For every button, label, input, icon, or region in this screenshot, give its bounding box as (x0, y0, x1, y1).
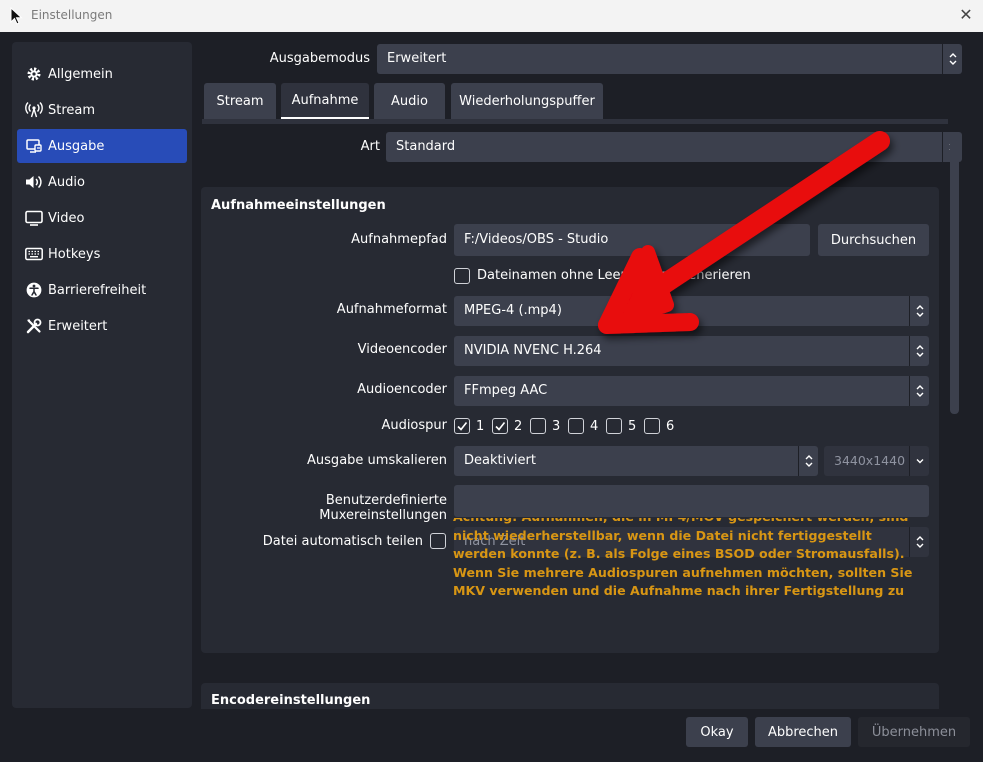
window-title: Einstellungen (31, 8, 113, 22)
output-mode-label: Ausgabemodus (269, 51, 370, 66)
chevron-down-icon (909, 446, 929, 476)
tab-stream[interactable]: Stream (204, 83, 276, 119)
audio-track-3-label: 3 (552, 419, 561, 434)
rescale-label: Ausgabe umskalieren (307, 453, 447, 468)
audio-track-label: Audiospur (381, 418, 447, 433)
updown-chevron-icon (909, 296, 929, 326)
monitor-icon (25, 209, 43, 227)
audio-encoder-label: Audioencoder (357, 382, 447, 397)
cursor-icon (10, 7, 23, 25)
checkmark-icon (495, 422, 506, 431)
sidebar-item-ausgabe[interactable]: Ausgabe (17, 129, 187, 163)
audio-track-4-checkbox[interactable] (568, 418, 584, 434)
mux-input[interactable] (454, 485, 929, 517)
mp4-warning-text: Achtung: Aufnahmen, die in MP4/MOV gespe… (453, 518, 913, 604)
close-icon[interactable]: ✕ (956, 5, 976, 25)
sidebar-item-erweitert[interactable]: Erweitert (17, 309, 187, 343)
broadcast-icon (25, 101, 43, 119)
sidebar-item-label: Audio (48, 174, 85, 190)
audio-encoder-select[interactable]: FFmpeg AAC (454, 376, 929, 406)
accessibility-icon (25, 281, 43, 299)
tab-audio[interactable]: Audio (374, 83, 445, 119)
sidebar-item-label: Stream (48, 102, 96, 118)
sidebar-item-hotkeys[interactable]: Hotkeys (17, 237, 187, 271)
sidebar-item-label: Video (48, 210, 85, 226)
sidebar-item-audio[interactable]: Audio (17, 165, 187, 199)
mux-label: Benutzerdefinierte Muxereinstellungen (319, 493, 447, 523)
speaker-icon (25, 173, 43, 191)
no-spaces-checkbox[interactable] (454, 268, 470, 284)
encoder-settings-title: Encodereinstellungen (211, 693, 371, 708)
audio-track-4-label: 4 (590, 419, 599, 434)
tab-bar-underline (202, 119, 948, 124)
tab-aufnahme[interactable]: Aufnahme (281, 83, 369, 119)
output-mode-select[interactable]: Erweitert (377, 44, 962, 74)
sidebar-item-video[interactable]: Video (17, 201, 187, 235)
sidebar-item-barrierefreiheit[interactable]: Barrierefreiheit (17, 273, 187, 307)
video-encoder-select[interactable]: NVIDIA NVENC H.264 (454, 336, 929, 366)
apply-button[interactable]: Übernehmen (858, 717, 970, 747)
type-select[interactable]: Standard (386, 132, 962, 162)
rescale-resolution-select[interactable]: 3440x1440 (824, 446, 929, 476)
audio-track-2-checkbox[interactable] (492, 418, 508, 434)
sidebar-item-allgemein[interactable]: Allgemein (17, 57, 187, 91)
output-icon (25, 137, 43, 155)
updown-chevron-icon (909, 376, 929, 406)
sidebar-item-stream[interactable]: Stream (17, 93, 187, 127)
updown-chevron-icon (942, 44, 962, 74)
tab-wiederholungspuffer[interactable]: Wiederholungspuffer (451, 83, 603, 119)
sidebar-item-label: Barrierefreiheit (48, 282, 147, 298)
video-encoder-label: Videoencoder (357, 342, 447, 357)
gear-icon (25, 65, 43, 83)
recording-format-select[interactable]: MPEG-4 (.mp4) (454, 296, 929, 326)
no-spaces-label: Dateinamen ohne Leerzeichen generieren (477, 268, 751, 283)
audio-track-2-label: 2 (514, 419, 523, 434)
keyboard-icon (25, 245, 43, 263)
recording-path-label: Aufnahmepfad (351, 232, 447, 247)
tools-icon (25, 317, 43, 335)
audio-track-6-checkbox[interactable] (644, 418, 660, 434)
updown-chevron-icon (798, 446, 818, 476)
recording-format-label: Aufnahmeformat (336, 302, 447, 317)
ok-button[interactable]: Okay (686, 717, 748, 747)
audio-track-5-checkbox[interactable] (606, 418, 622, 434)
audio-track-1-checkbox[interactable] (454, 418, 470, 434)
sidebar-item-label: Allgemein (48, 66, 113, 82)
split-checkbox[interactable] (430, 533, 446, 549)
title-bar: Einstellungen ✕ (0, 0, 983, 32)
sidebar: Allgemein Stream Ausgabe Audio Video Hot… (12, 42, 192, 708)
browse-button[interactable]: Durchsuchen (818, 224, 929, 256)
updown-chevron-icon (909, 336, 929, 366)
sidebar-item-label: Erweitert (48, 318, 108, 334)
checkmark-icon (457, 422, 468, 431)
sidebar-item-label: Ausgabe (48, 138, 105, 154)
audio-track-5-label: 5 (628, 419, 637, 434)
recording-settings-title: Aufnahmeeinstellungen (211, 198, 386, 213)
audio-track-1-label: 1 (476, 419, 485, 434)
type-label: Art (360, 139, 380, 154)
vertical-scrollbar[interactable] (950, 140, 959, 414)
cancel-button[interactable]: Abbrechen (755, 717, 851, 747)
audio-track-3-checkbox[interactable] (530, 418, 546, 434)
recording-path-input[interactable]: F:/Videos/OBS - Studio (454, 224, 810, 256)
rescale-select[interactable]: Deaktiviert (454, 446, 818, 476)
split-label: Datei automatisch teilen (262, 534, 423, 549)
audio-track-6-label: 6 (666, 419, 675, 434)
sidebar-item-label: Hotkeys (48, 246, 101, 262)
